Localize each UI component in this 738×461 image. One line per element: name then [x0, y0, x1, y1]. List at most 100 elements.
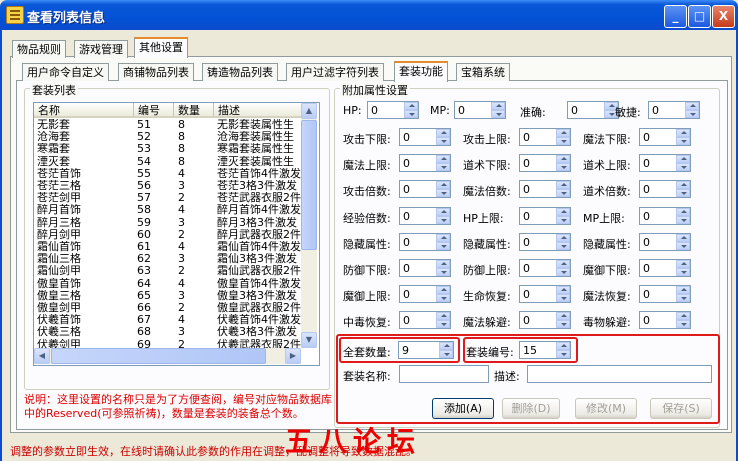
attr-r6-c0-stepper[interactable]: 0 — [399, 285, 451, 304]
spin-up-icon[interactable] — [436, 129, 450, 137]
spin-up-icon[interactable] — [556, 286, 570, 295]
spin-down-icon[interactable] — [436, 163, 450, 172]
tab-game-admin[interactable]: 游戏管理 — [74, 40, 128, 58]
attr-r6-c2-stepper[interactable]: 0 — [639, 285, 691, 304]
attr-r7-c0-stepper[interactable]: 0 — [399, 311, 451, 330]
spin-down-icon[interactable] — [676, 215, 690, 224]
spin-up-icon[interactable] — [676, 207, 690, 216]
attr-r3-c0-stepper[interactable]: 0 — [399, 206, 451, 225]
scroll-up-icon[interactable]: ▲ — [301, 103, 317, 119]
spin-down-icon[interactable] — [404, 110, 418, 118]
spin-down-icon[interactable] — [436, 137, 450, 145]
spin-down-icon[interactable] — [436, 215, 450, 224]
table-row[interactable]: 醉月首饰 58 4 醉月首饰4件激发 — [34, 204, 302, 216]
minimize-button[interactable]: _ — [664, 5, 687, 28]
top-attr-2-stepper[interactable]: 0 — [567, 101, 619, 119]
delete-button[interactable]: 删除(D) — [502, 398, 560, 419]
attr-r0-c2-stepper[interactable]: 0 — [639, 128, 691, 146]
attr-r1-c0-stepper[interactable]: 0 — [399, 154, 451, 173]
spin-down-icon[interactable] — [556, 241, 570, 250]
attr-r2-c0-stepper[interactable]: 0 — [399, 180, 451, 199]
spin-up-icon[interactable] — [556, 233, 570, 242]
close-button[interactable]: X — [712, 5, 735, 28]
attr-r2-c1-stepper[interactable]: 0 — [519, 180, 571, 199]
list-vertical-scrollbar[interactable]: ▲ ▼ — [301, 103, 317, 348]
attr-r4-c0-stepper[interactable]: 0 — [399, 232, 451, 251]
spin-down-icon[interactable] — [676, 137, 690, 145]
scroll-down-icon[interactable]: ▼ — [301, 332, 317, 348]
horizontal-scroll-thumb[interactable] — [51, 348, 266, 364]
tab-other-settings[interactable]: 其他设置 — [134, 37, 188, 58]
attr-r5-c0-stepper[interactable]: 0 — [399, 259, 451, 277]
add-button[interactable]: 添加(A) — [432, 398, 494, 419]
suit-id-stepper[interactable]: 15 — [519, 341, 571, 359]
spin-down-icon[interactable] — [556, 268, 570, 276]
maximize-button[interactable]: □ — [688, 5, 711, 28]
attr-r3-c1-stepper[interactable]: 0 — [519, 206, 571, 225]
attr-r1-c2-stepper[interactable]: 0 — [639, 154, 691, 173]
column-header-count[interactable]: 数量 — [174, 103, 214, 118]
spin-up-icon[interactable] — [436, 207, 450, 216]
table-row[interactable]: 苍茫首饰 55 4 苍茫首饰4件激发 — [34, 168, 302, 180]
scroll-left-icon[interactable]: ◀ — [34, 348, 50, 364]
spin-up-icon[interactable] — [436, 312, 450, 321]
spin-down-icon[interactable] — [685, 110, 699, 118]
spin-down-icon[interactable] — [676, 241, 690, 250]
tab-treasure-box[interactable]: 宝箱系统 — [456, 63, 510, 81]
table-row[interactable]: 醉月剑甲 60 2 醉月武器衣服2件 — [34, 229, 302, 241]
spin-down-icon[interactable] — [556, 215, 570, 224]
top-attr-1-stepper[interactable]: 0 — [454, 101, 506, 119]
list-horizontal-scrollbar[interactable]: ◀ ▶ — [34, 348, 301, 364]
table-row[interactable]: 苍茫三格 56 3 苍茫3格3件激发 — [34, 180, 302, 192]
spin-down-icon[interactable] — [676, 320, 690, 329]
attr-r4-c1-stepper[interactable]: 0 — [519, 232, 571, 251]
spin-up-icon[interactable] — [556, 207, 570, 216]
spin-up-icon[interactable] — [436, 181, 450, 190]
column-header-desc[interactable]: 描述 — [214, 103, 304, 118]
tab-item-rules[interactable]: 物品规则 — [12, 40, 66, 58]
table-row[interactable]: 傲皇三格 65 3 傲皇3格3件激发 — [34, 290, 302, 302]
spin-up-icon[interactable] — [556, 260, 570, 268]
spin-up-icon[interactable] — [556, 155, 570, 164]
spin-up-icon[interactable] — [676, 233, 690, 242]
spin-up-icon[interactable] — [436, 260, 450, 268]
spin-down-icon[interactable] — [436, 241, 450, 250]
spin-up-icon[interactable] — [436, 233, 450, 242]
spin-down-icon[interactable] — [436, 268, 450, 276]
modify-button[interactable]: 修改(M) — [575, 398, 637, 419]
attr-r0-c1-stepper[interactable]: 0 — [519, 128, 571, 146]
attr-r0-c0-stepper[interactable]: 0 — [399, 128, 451, 146]
spin-up-icon[interactable] — [436, 155, 450, 164]
table-row[interactable]: 苍茫剑甲 57 2 苍茫武器衣服2件 — [34, 192, 302, 204]
tab-suit-function[interactable]: 套装功能 — [394, 61, 448, 82]
spin-up-icon[interactable] — [676, 129, 690, 137]
spin-down-icon[interactable] — [556, 137, 570, 145]
table-row[interactable]: 霜仙首饰 61 4 霜仙首饰4件激发 — [34, 241, 302, 253]
tab-user-commands[interactable]: 用户命令自定义 — [22, 63, 109, 81]
attr-r4-c2-stepper[interactable]: 0 — [639, 232, 691, 251]
table-row[interactable]: 寒霜套 53 8 寒霜套装属性生 — [34, 143, 302, 155]
spin-up-icon[interactable] — [676, 155, 690, 164]
column-header-name[interactable]: 名称 — [34, 103, 134, 118]
attr-r2-c2-stepper[interactable]: 0 — [639, 180, 691, 199]
description-input[interactable] — [527, 365, 712, 383]
attr-r7-c1-stepper[interactable]: 0 — [519, 311, 571, 330]
table-row[interactable]: 沧海套 52 8 沧海套装属性生 — [34, 131, 302, 143]
spin-down-icon[interactable] — [676, 268, 690, 276]
spin-down-icon[interactable] — [436, 320, 450, 329]
suit-name-input[interactable] — [399, 365, 489, 383]
spin-down-icon[interactable] — [556, 294, 570, 303]
spin-up-icon[interactable] — [491, 102, 505, 110]
spin-down-icon[interactable] — [556, 350, 570, 358]
spin-up-icon[interactable] — [556, 181, 570, 190]
table-row[interactable]: 傲皇剑甲 66 2 傲皇武器衣服2件 — [34, 302, 302, 314]
spin-down-icon[interactable] — [556, 163, 570, 172]
spin-down-icon[interactable] — [676, 189, 690, 198]
spin-up-icon[interactable] — [404, 102, 418, 110]
spin-up-icon[interactable] — [436, 286, 450, 295]
attr-r6-c1-stepper[interactable]: 0 — [519, 285, 571, 304]
spin-up-icon[interactable] — [556, 312, 570, 321]
spin-down-icon[interactable] — [676, 294, 690, 303]
attr-r1-c1-stepper[interactable]: 0 — [519, 154, 571, 173]
top-attr-3-stepper[interactable]: 0 — [648, 101, 700, 119]
